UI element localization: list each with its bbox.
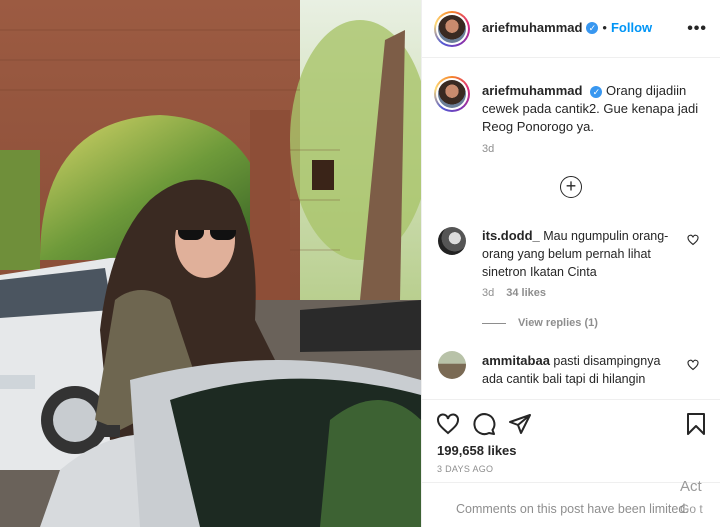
- verified-badge-icon: ✓: [590, 86, 603, 98]
- windows-activation-watermark: Act Go t: [680, 476, 720, 520]
- watermark-line-2: Go t: [680, 502, 703, 516]
- comment-username[interactable]: its.dodd_: [482, 228, 540, 243]
- caption-username[interactable]: ariefmuhammad: [482, 83, 582, 98]
- view-replies-button[interactable]: View replies (1): [482, 317, 598, 329]
- post-header: ariefmuhammad ✓ • Follow •••: [422, 0, 720, 58]
- comment-heart-icon[interactable]: [687, 234, 699, 246]
- post-photo[interactable]: [0, 0, 421, 527]
- separator-dot: •: [602, 20, 607, 35]
- comment-timestamp[interactable]: 3d: [482, 287, 494, 299]
- share-icon[interactable]: [508, 412, 532, 436]
- likes-count[interactable]: 199,658 likes: [437, 443, 517, 458]
- caption-author-avatar[interactable]: [434, 76, 470, 112]
- author-avatar[interactable]: [434, 11, 470, 47]
- comment-icon[interactable]: [472, 412, 496, 436]
- header-username[interactable]: ariefmuhammad: [482, 20, 582, 35]
- heart-icon[interactable]: [436, 412, 460, 436]
- caption-timestamp[interactable]: 3d: [482, 143, 494, 155]
- follow-button[interactable]: Follow: [611, 20, 652, 35]
- verified-badge-icon: ✓: [586, 21, 599, 34]
- comment-item: ammitabaa pasti disampingnya ada cantik …: [482, 352, 682, 388]
- post-details-panel: ariefmuhammad ✓ • Follow ••• ariefmuhamm…: [421, 0, 720, 527]
- comments-section[interactable]: ariefmuhammad ✓ Orang dijadiin cewek pada…: [422, 59, 720, 399]
- comment-likes[interactable]: 34 likes: [506, 287, 546, 299]
- add-comment-circle-icon[interactable]: +: [560, 176, 582, 198]
- watermark-line-1: Act: [680, 478, 702, 495]
- comment-item: its.dodd_ Mau ngumpulin orang-orang yang…: [482, 227, 682, 281]
- limited-notice-text: Comments on this post have been limited.: [456, 502, 689, 516]
- comment-meta: 3d 34 likes: [482, 287, 546, 299]
- post-caption: ariefmuhammad ✓ Orang dijadiin cewek pada…: [482, 82, 702, 136]
- more-options-icon[interactable]: •••: [687, 20, 707, 38]
- comment-heart-icon[interactable]: [687, 359, 699, 371]
- view-replies-label: View replies (1): [518, 317, 598, 329]
- comment-avatar[interactable]: [438, 351, 466, 379]
- post-date[interactable]: 3 DAYS AGO: [437, 464, 493, 474]
- comment-avatar[interactable]: [438, 227, 466, 255]
- post-actions: 199,658 likes 3 DAYS AGO Comments on thi…: [422, 399, 720, 527]
- comments-limited-notice: Comments on this post have been limited.: [422, 482, 720, 527]
- header-user-info: ariefmuhammad ✓ • Follow: [482, 20, 652, 35]
- replies-divider: [482, 322, 506, 324]
- comment-username[interactable]: ammitabaa: [482, 353, 550, 368]
- bookmark-icon[interactable]: [684, 412, 708, 436]
- photo-illustration: [0, 0, 421, 527]
